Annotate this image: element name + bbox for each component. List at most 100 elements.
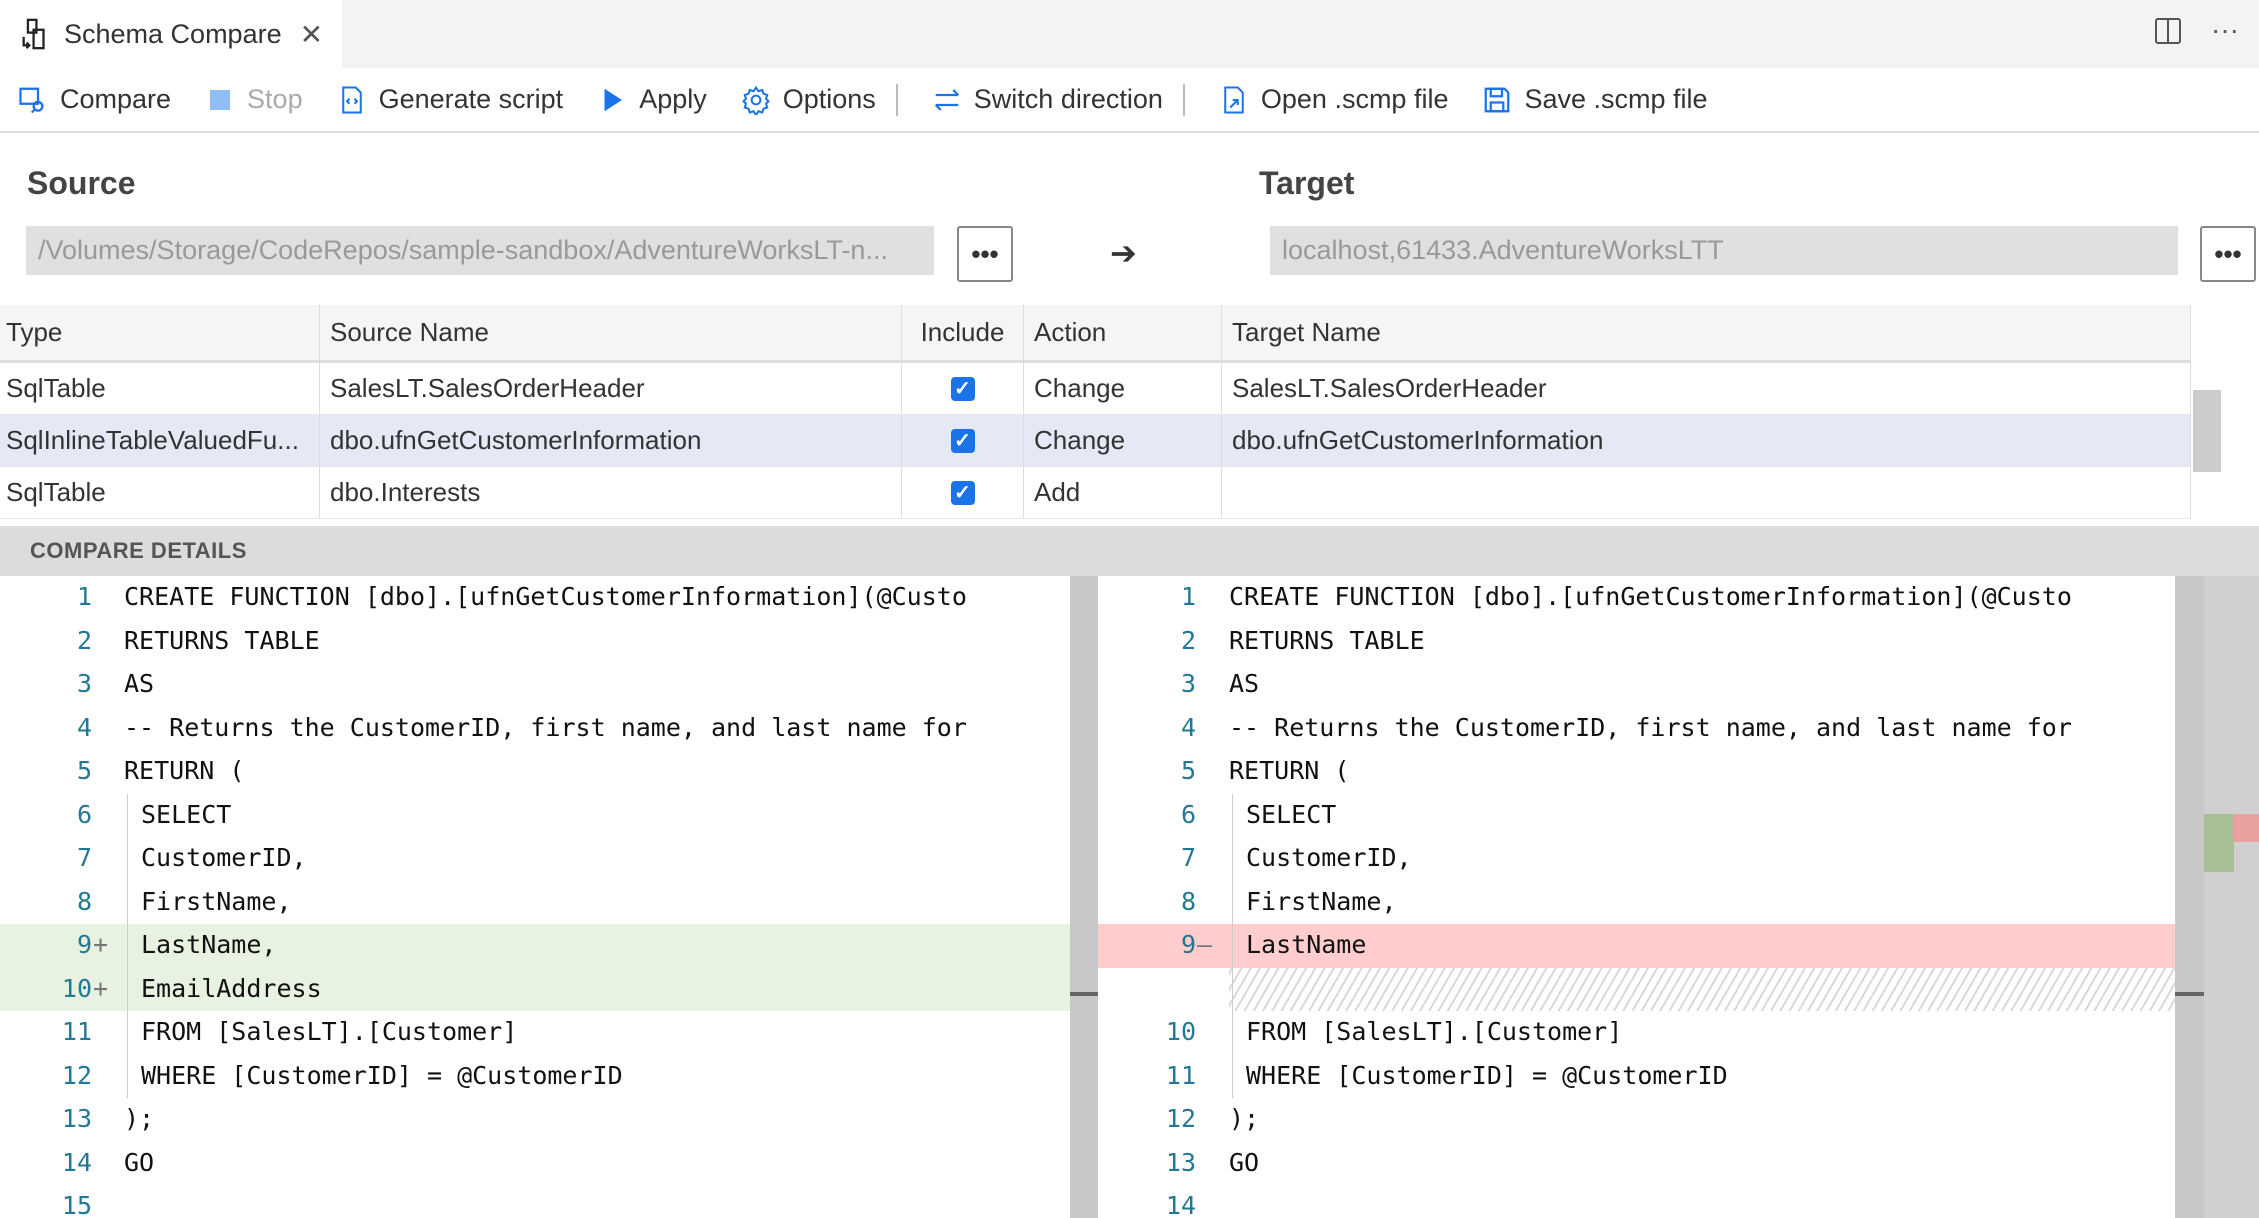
code-line: 11 FROM [SalesLT].[Customer] <box>0 1011 1070 1055</box>
code-line: 9 + LastName, <box>0 924 1070 968</box>
table-row[interactable]: SqlInlineTableValuedFu... dbo.ufnGetCusto… <box>0 415 2191 467</box>
indent-guide <box>127 837 128 881</box>
code-text: -- Returns the CustomerID, first name, a… <box>124 712 967 742</box>
grid-scrollbar[interactable] <box>2193 390 2221 472</box>
switch-direction-button[interactable]: Switch direction <box>932 84 1163 115</box>
line-number: 3 <box>1180 669 1196 698</box>
table-row[interactable]: SqlTable SalesLT.SalesOrderHeader ✓ Change S… <box>0 363 2191 415</box>
button-label: Generate script <box>378 84 564 114</box>
button-label: Stop <box>247 84 303 114</box>
code-line: 12); <box>1098 1098 2204 1142</box>
line-number: 1 <box>76 582 92 611</box>
close-icon[interactable]: ✕ <box>300 18 323 51</box>
overview-ruler <box>2204 576 2259 1218</box>
code-line: 11 WHERE [CustomerID] = @CustomerID <box>1098 1054 2204 1098</box>
generate-script-button[interactable]: Generate script <box>337 84 564 115</box>
diff-marker: — <box>1197 930 1213 959</box>
include-checkbox[interactable]: ✓ <box>950 480 975 505</box>
indent-guide <box>1232 1054 1233 1098</box>
code-line: 4 -- Returns the CustomerID, first name, … <box>0 707 1070 751</box>
action-cell: Change <box>1024 363 1222 414</box>
line-number: 12 <box>61 1060 92 1090</box>
line-number: 13 <box>61 1104 92 1133</box>
code-line: 14 GO <box>0 1142 1070 1186</box>
code-text: RETURN ( <box>124 756 245 785</box>
indent-guide <box>1232 837 1233 881</box>
indent-guide <box>127 924 128 968</box>
include-checkbox[interactable]: ✓ <box>950 428 975 453</box>
line-number: 14 <box>61 1147 92 1177</box>
code-line: 2 RETURNS TABLE <box>1098 620 2204 664</box>
results-grid: Type Source Name Include Action Target Name S… <box>0 305 2191 519</box>
column-header[interactable]: Include <box>902 305 1024 360</box>
more-actions-icon[interactable]: ··· <box>2211 14 2239 46</box>
action-cell: Add <box>1024 467 1222 518</box>
script-icon <box>337 85 367 115</box>
code-text: FirstName, <box>1246 886 1397 916</box>
line-number: 4 <box>1180 712 1196 742</box>
source-input[interactable]: /Volumes/Storage/CodeRepos/sample-sandbo… <box>26 226 934 275</box>
source-name-cell: dbo.ufnGetCustomerInformation <box>320 415 902 466</box>
line-number: 9 <box>76 930 92 959</box>
compare-button[interactable]: Compare <box>18 84 171 115</box>
gear-icon <box>741 85 771 115</box>
column-header[interactable]: Action <box>1024 305 1222 360</box>
target-scrollbar[interactable] <box>2175 576 2204 1218</box>
code-line: 10 + EmailAddress <box>0 967 1070 1011</box>
type-cell: SqlTable <box>0 363 320 414</box>
code-text: SELECT <box>141 799 232 829</box>
indent-guide <box>1232 967 1233 1011</box>
open-file-icon <box>1219 85 1249 115</box>
switch-icon <box>932 85 962 115</box>
table-row[interactable]: SqlTable dbo.Interests ✓ Add <box>0 467 2191 519</box>
include-cell: ✓ <box>902 467 1024 518</box>
target-browse-button[interactable]: ••• <box>2200 226 2256 282</box>
grid-header: Type Source Name Include Action Target Name <box>0 305 2191 363</box>
code-line: 3 AS <box>1098 663 2204 707</box>
indent-guide <box>1232 880 1233 924</box>
line-number: 11 <box>1165 1060 1196 1090</box>
column-header[interactable]: Target Name <box>1222 305 2191 360</box>
code-text: ); <box>124 1104 155 1133</box>
line-number: 4 <box>76 712 92 742</box>
code-line: 14 <box>1098 1185 2204 1218</box>
split-editor-icon[interactable] <box>2155 18 2182 44</box>
code-line: 1 CREATE FUNCTION [dbo].[ufnGetCustomerIn… <box>0 576 1070 620</box>
code-line: 1 CREATE FUNCTION [dbo].[ufnGetCustomerIn… <box>1098 576 2204 620</box>
arrow-right-icon: ➔ <box>1110 235 1137 271</box>
code-text: RETURNS TABLE <box>1229 625 1425 655</box>
code-line: 8 FirstName, <box>0 880 1070 924</box>
line-number: 1 <box>1180 582 1196 611</box>
source-scrollbar[interactable] <box>1070 576 1098 1218</box>
line-number: 12 <box>1165 1104 1196 1133</box>
column-header[interactable]: Source Name <box>320 305 902 360</box>
line-number: 2 <box>76 625 92 655</box>
schema-compare-icon <box>22 18 45 50</box>
include-checkbox[interactable]: ✓ <box>950 376 975 401</box>
stop-button[interactable]: Stop <box>205 84 303 115</box>
column-header[interactable]: Type <box>0 305 320 360</box>
tab-schema-compare[interactable]: Schema Compare ✕ <box>0 0 342 68</box>
compare-icon <box>18 85 48 115</box>
target-name-cell: dbo.ufnGetCustomerInformation <box>1222 415 2191 466</box>
save-scmp-file-button[interactable]: Save .scmp file <box>1482 84 1708 115</box>
code-text: GO <box>124 1147 155 1177</box>
toolbar-separator <box>1182 83 1185 116</box>
options-button[interactable]: Options <box>741 84 876 115</box>
compare-details-header: COMPARE DETAILS <box>0 526 2259 576</box>
code-line: 2 RETURNS TABLE <box>0 620 1070 664</box>
code-line: 13 GO <box>1098 1142 2204 1186</box>
apply-button[interactable]: Apply <box>597 84 707 115</box>
code-line: 13); <box>0 1098 1070 1142</box>
indent-guide <box>127 1011 128 1055</box>
indent-guide <box>1232 1011 1233 1055</box>
source-name-cell: SalesLT.SalesOrderHeader <box>320 363 902 414</box>
code-text: ); <box>1229 1104 1260 1133</box>
code-text: GO <box>1229 1147 1260 1177</box>
include-cell: ✓ <box>902 363 1024 414</box>
button-label: Open .scmp file <box>1260 84 1449 114</box>
target-input[interactable]: localhost,61433.AdventureWorksLTT <box>1270 226 2178 275</box>
open-scmp-file-button[interactable]: Open .scmp file <box>1219 84 1449 115</box>
source-browse-button[interactable]: ••• <box>957 226 1013 282</box>
line-number: 9 <box>1180 930 1196 959</box>
